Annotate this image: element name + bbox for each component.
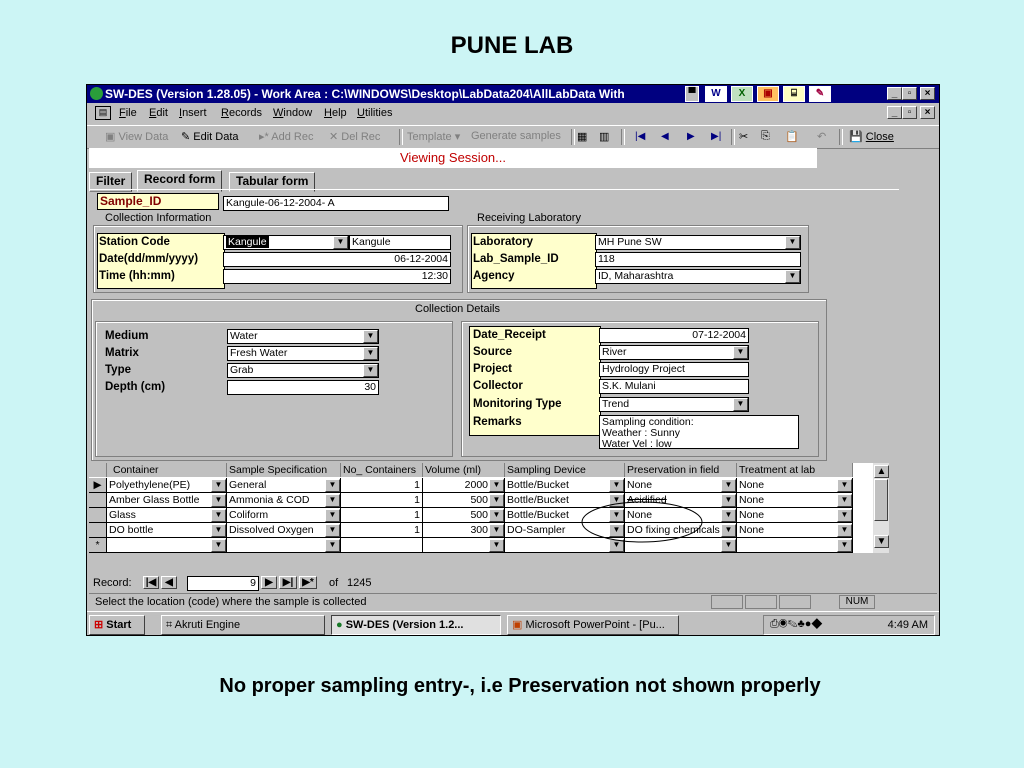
record-navigator: Record: |◀ ◀ 9 ▶ ▶| ▶* of 1245 — [89, 575, 937, 591]
clock: 4:49 AM — [887, 619, 928, 631]
nav-prev-icon[interactable]: ◀ — [161, 576, 177, 589]
grid-scrollbar[interactable]: ▲ ▼ — [873, 463, 889, 553]
tray-icons[interactable]: ⎙◉✎♣●◆ — [770, 618, 822, 631]
status-pane — [745, 595, 777, 609]
record-label: Record: — [93, 577, 132, 589]
windows-logo-icon: ⊞ — [94, 619, 104, 631]
annotation-overlay — [581, 501, 703, 543]
highlight-circle — [581, 501, 703, 543]
slide-title: PUNE LAB — [450, 32, 574, 59]
powerpoint-icon: ▣ — [512, 619, 523, 631]
record-total: 1245 — [347, 577, 372, 589]
slide-caption: No proper sampling entry-, i.e Preservat… — [219, 675, 821, 697]
nav-next-icon[interactable]: ▶ — [261, 576, 277, 589]
app-window: SW-DES (Version 1.28.05) - Work Area : C… — [86, 84, 940, 636]
nav-last-icon[interactable]: ▶| — [279, 576, 297, 589]
akruti-icon: ⌗ — [166, 619, 173, 631]
globe-icon: ● — [336, 619, 343, 631]
scroll-down-icon[interactable]: ▼ — [874, 535, 889, 548]
status-bar: Select the location (code) where the sam… — [89, 593, 937, 610]
task-label: SW-DES (Version 1.2... — [345, 619, 464, 631]
task-akruti[interactable]: ⌗ Akruti Engine — [161, 615, 325, 635]
status-pane — [711, 595, 743, 609]
num-lock-indicator: NUM — [839, 595, 875, 609]
status-pane — [779, 595, 811, 609]
scroll-up-icon[interactable]: ▲ — [874, 465, 889, 478]
start-label: Start — [106, 619, 132, 631]
status-message: Select the location (code) where the sam… — [95, 596, 367, 608]
system-tray: ⎙◉✎♣●◆ 4:49 AM — [763, 615, 935, 635]
task-powerpoint[interactable]: ▣ Microsoft PowerPoint - [Pu... — [507, 615, 679, 635]
nav-first-icon[interactable]: |◀ — [143, 576, 159, 589]
task-label: Akruti Engine — [174, 619, 241, 631]
taskbar: ⊞ Start ⌗ Akruti Engine ● SW-DES (Versio… — [87, 611, 939, 635]
record-of-label: of — [329, 577, 339, 589]
start-button[interactable]: ⊞ Start — [89, 615, 145, 635]
nav-new-icon[interactable]: ▶* — [299, 576, 317, 589]
record-number-field[interactable]: 9 — [187, 576, 259, 591]
task-swdes[interactable]: ● SW-DES (Version 1.2... — [331, 615, 501, 635]
task-label: Microsoft PowerPoint - [Pu... — [525, 619, 665, 631]
scroll-thumb[interactable] — [874, 479, 888, 521]
